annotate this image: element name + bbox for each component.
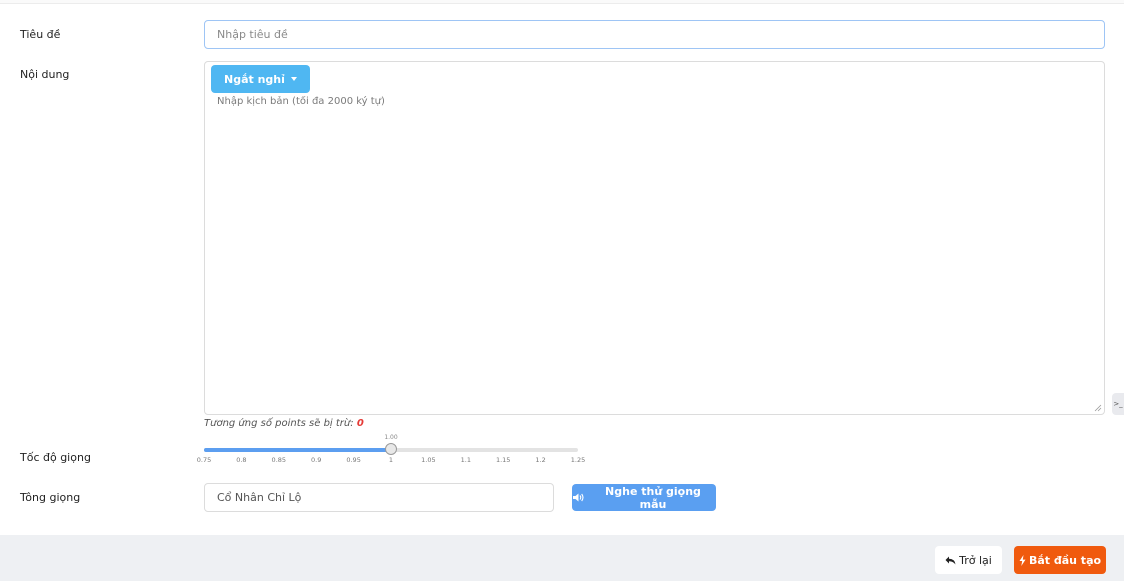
speed-label: Tốc độ giọng — [20, 451, 91, 464]
title-label: Tiêu đề — [20, 28, 61, 41]
speed-tick-label: 1.15 — [495, 456, 511, 464]
title-input[interactable] — [204, 20, 1105, 49]
script-textarea[interactable] — [217, 96, 1093, 406]
start-create-button[interactable]: Bắt đầu tạo — [1014, 546, 1106, 574]
speed-tick-label: 1 — [388, 456, 394, 464]
voice-label: Tông giọng — [20, 491, 81, 504]
resize-grip-icon[interactable] — [1094, 404, 1102, 412]
speed-tick-label: 0.75 — [196, 456, 212, 464]
speed-tick-label: 0.9 — [311, 456, 322, 464]
listen-button-label: Nghe thử giọng mẫu — [605, 484, 701, 511]
content-label: Nội dung — [20, 68, 70, 81]
reply-arrow-icon — [945, 556, 956, 564]
caret-down-icon — [290, 77, 297, 81]
voice-select[interactable]: Cổ Nhân Chỉ Lộ — [204, 483, 554, 512]
points-note: Tương ứng số points sẽ bị trừ: 0 — [204, 418, 364, 429]
speed-tick-label: 0.85 — [271, 456, 287, 464]
speed-tick-label: 0.95 — [346, 456, 361, 464]
back-button-label: Trở lại — [959, 553, 992, 567]
start-button-label: Bắt đầu tạo — [1028, 553, 1102, 567]
speed-tick-label: 1.25 — [570, 456, 586, 464]
top-strip — [0, 0, 1124, 4]
points-note-text: Tương ứng số points sẽ bị trừ: — [204, 418, 354, 429]
pause-button-label: Ngắt nghỉ — [224, 72, 285, 86]
speed-current-value: 1.00 — [384, 434, 398, 441]
speed-slider-fill — [204, 448, 391, 452]
speed-tick-label: 1.05 — [421, 456, 436, 464]
points-value: 0 — [356, 418, 364, 429]
listen-sample-button[interactable]: Nghe thử giọng mẫu — [572, 484, 716, 511]
speed-tick-label: 0.8 — [236, 456, 247, 464]
footer-bar: Trở lại Bắt đầu tạo — [0, 535, 1124, 581]
side-console-tab[interactable]: >_ — [1112, 393, 1124, 415]
speed-slider-thumb[interactable] — [385, 443, 397, 455]
pause-dropdown-button[interactable]: Ngắt nghỉ — [211, 65, 310, 93]
lightning-bolt-icon — [1019, 554, 1026, 566]
back-button[interactable]: Trở lại — [935, 546, 1002, 574]
voice-value: Cổ Nhân Chỉ Lộ — [217, 491, 302, 504]
side-tab-label: >_ — [1113, 400, 1123, 408]
content-box: Ngắt nghỉ — [204, 61, 1105, 415]
speaker-icon — [572, 493, 584, 502]
speed-tick-label: 1.2 — [535, 456, 546, 464]
speed-slider[interactable]: 1.00 0.75 0.8 0.85 0.9 0.95 1 1.05 1.1 1.15 1.2 1.… — [196, 432, 593, 466]
speed-tick-label: 1.1 — [460, 456, 471, 464]
